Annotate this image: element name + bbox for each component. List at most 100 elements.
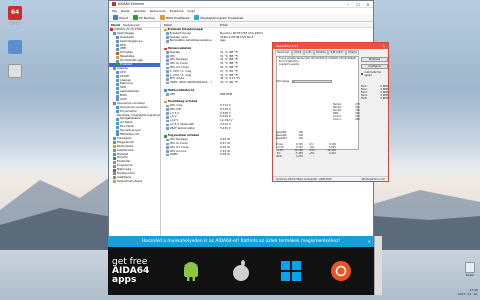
checkbox-box[interactable]	[361, 72, 364, 76]
menu-item[interactable]: Jelentés	[134, 9, 146, 13]
field-icon	[164, 134, 167, 138]
android-icon[interactable]	[166, 247, 216, 295]
field-icon	[166, 58, 169, 62]
voltage-key	[309, 155, 322, 158]
menu-item[interactable]: Súgó	[188, 9, 196, 13]
toolbar-button[interactable]: Meghajtóprogram frissítések	[193, 15, 244, 20]
toolbar-button[interactable]: Riport	[112, 15, 129, 20]
tree-item-icon	[116, 79, 119, 83]
field-cell: DIMM	[162, 153, 218, 157]
tree-item-icon	[116, 90, 119, 94]
toolbar-button[interactable]: PC Backup	[132, 15, 156, 20]
close-icon[interactable]: ×	[368, 239, 371, 244]
column-value[interactable]: Érték	[218, 23, 228, 27]
field-icon	[166, 104, 169, 108]
field-label: CPU	[169, 92, 176, 96]
footer-credit: Coded by Alfredo Milani Comparetti - 200…	[276, 177, 332, 181]
field-icon	[164, 89, 167, 92]
tree-item-icon	[116, 47, 119, 51]
toolbar-icon	[194, 15, 200, 20]
menu-item[interactable]: Eszközök	[170, 9, 184, 13]
footer-email[interactable]: alfredo@almico.com	[361, 178, 385, 181]
tree-item-icon	[113, 145, 116, 149]
menu-item[interactable]: Kedvencek	[150, 9, 166, 13]
field-icon	[166, 81, 169, 85]
toolbar-label: Meghajtóprogram frissítések	[200, 15, 244, 20]
field-icon	[166, 142, 169, 146]
field-icon	[166, 112, 169, 115]
field-icon	[166, 51, 169, 54]
close-icon[interactable]: ×	[380, 44, 388, 48]
speedfan-window: SpeedFan 4.52 × Readings Clock Info Exotics…	[272, 42, 389, 182]
configure-button[interactable]: Configure	[361, 64, 388, 69]
speedfan-tab[interactable]: Exotics	[313, 50, 329, 55]
tree-item-icon	[113, 137, 116, 141]
voltage-value: 3.23V	[296, 155, 303, 159]
toolbar-icon	[159, 15, 165, 20]
field-icon	[166, 32, 169, 35]
field-icon	[166, 123, 169, 127]
reading-row: Core 1: 26C	[333, 118, 361, 121]
speedfan-tab[interactable]: Charts	[345, 50, 360, 55]
ubuntu-icon[interactable]	[316, 247, 366, 295]
tree-item-icon	[116, 55, 119, 59]
maximize-icon[interactable]: ☐	[353, 2, 363, 7]
speed-readings: Speed01: 100 Speed02: 100 Speed03: 100	[276, 131, 316, 140]
tree-item-icon	[116, 51, 119, 55]
minimize-icon[interactable]: –	[343, 2, 353, 7]
speedfan-footer: Coded by Alfredo Milani Comparetti - 200…	[273, 176, 388, 181]
speedfan-tab[interactable]: Clock	[291, 50, 304, 55]
speedfan-tab[interactable]: Readings	[275, 50, 292, 55]
apple-icon[interactable]	[216, 247, 266, 295]
tree-item-icon	[113, 176, 116, 180]
desktop-icon-aida64[interactable]: 64 AIDA64	[2, 6, 28, 36]
auto-fan-checkbox[interactable]: Automatic fan speed	[361, 71, 388, 77]
tree-item-icon	[116, 71, 119, 75]
title-bar[interactable]: AIDA64 Extreme – ☐ ×	[109, 1, 373, 8]
reading-key: Fan5:	[361, 97, 368, 101]
tree-item-icon	[113, 156, 116, 160]
value-cell: Igen	[220, 38, 227, 43]
field-icon	[166, 153, 169, 157]
value-cell: 32 °C (90 °F)	[220, 80, 239, 85]
speedfan-tab[interactable]: S.M.A.R.T.	[328, 50, 346, 55]
desktop-icon-label: AIDA64	[9, 21, 21, 25]
speedfan-tab[interactable]: Info	[303, 50, 314, 55]
cpu-usage-label: CPU Usage	[276, 80, 290, 83]
tree-item-icon	[113, 152, 116, 156]
field-cell: CPU	[162, 93, 218, 97]
close-icon[interactable]: ×	[363, 2, 373, 7]
menu-item[interactable]: Nézet	[121, 9, 130, 13]
tree-item-icon	[116, 106, 119, 110]
tree-item-icon	[116, 36, 119, 40]
tree-item-icon	[116, 59, 119, 63]
windows-icon[interactable]	[266, 247, 316, 295]
promo-text: Használd a munkahelyeden is az AIDA64-et…	[141, 239, 341, 244]
field-icon	[166, 66, 169, 70]
tree-item-icon	[113, 141, 116, 145]
menu-item[interactable]: Fájl	[112, 9, 117, 13]
promo-banner-strip[interactable]: Használd a munkahelyeden is az AIDA64-et…	[108, 236, 374, 247]
system-tray-clock[interactable]: 17:30 2017. 01. 16.	[458, 288, 478, 296]
tree-item-icon	[113, 32, 116, 36]
minimize-button[interactable]: Minimize	[361, 57, 388, 62]
tree-item-icon	[113, 102, 116, 106]
promo-banner[interactable]: get free AIDA64 apps	[108, 247, 374, 295]
desktop-icon-file[interactable]	[2, 64, 28, 94]
value-cell: 0.09 W	[220, 152, 230, 157]
recycle-bin-label: Kosár	[465, 273, 475, 277]
field-icon	[166, 119, 169, 123]
reading-value: 0 RPM	[380, 97, 388, 101]
field-cell: Burkolatba behatolás észlelve	[162, 39, 218, 43]
tree-item-icon	[116, 121, 119, 125]
toolbar-button[interactable]: BIOS frissítések	[159, 15, 190, 20]
tree-item[interactable]: Teljesítményteszt	[109, 178, 160, 184]
banner-scrollbar[interactable]	[374, 236, 382, 295]
column-field[interactable]: Mező	[162, 23, 218, 27]
tree-item-icon	[113, 180, 116, 184]
tree-item-icon	[116, 75, 119, 79]
tree-item-label: Teljesítményteszt	[117, 178, 143, 183]
tree-item-icon	[113, 164, 116, 168]
desktop-icon-recycle-bin[interactable]: Kosár	[462, 262, 478, 282]
